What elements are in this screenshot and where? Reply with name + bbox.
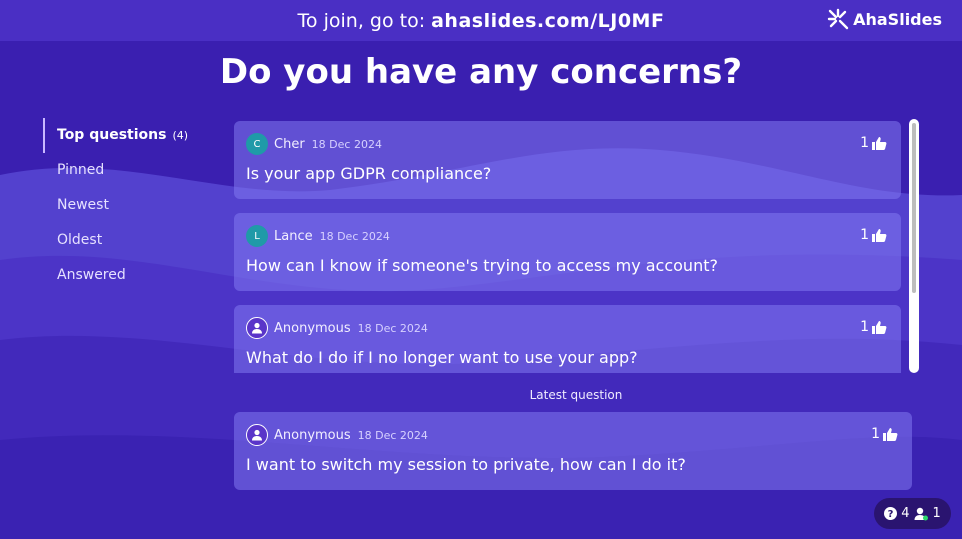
thumbs-up-icon <box>872 228 887 242</box>
question-text: What do I do if I no longer want to use … <box>246 348 638 367</box>
sidebar-item-label: Oldest <box>57 232 103 248</box>
page-title: Do you have any concerns? <box>219 52 743 92</box>
author-name: Anonymous <box>274 320 351 336</box>
join-banner: To join, go to: ahaslides.com/LJ0MF <box>0 0 962 41</box>
sidebar-item-oldest[interactable]: Oldest <box>45 223 213 258</box>
author-name: Lance <box>274 228 313 244</box>
question-text: I want to switch my session to private, … <box>246 455 686 474</box>
latest-question-label: Latest question <box>529 388 623 402</box>
upvote-button[interactable]: 1 <box>860 227 887 243</box>
question-card[interactable]: C Cher 18 Dec 2024 1 Is your app GDPR co… <box>234 121 901 199</box>
question-date: 18 Dec 2024 <box>357 321 428 335</box>
question-card[interactable]: L Lance 18 Dec 2024 1 How can I know if … <box>234 213 901 291</box>
question-card[interactable]: Anonymous 18 Dec 2024 1 What do I do if … <box>234 305 901 373</box>
sidebar-item-label: Top questions <box>57 127 167 143</box>
questions-count: 4 <box>901 506 910 521</box>
filter-sidebar: Top questions (4) Pinned Newest Oldest An… <box>43 118 213 293</box>
sidebar-item-answered[interactable]: Answered <box>45 258 213 293</box>
vote-count: 1 <box>871 426 880 442</box>
latest-question-card[interactable]: Anonymous 18 Dec 2024 1 I want to switch… <box>234 412 912 490</box>
join-url[interactable]: ahaslides.com/LJ0MF <box>431 10 664 32</box>
vote-count: 1 <box>860 319 869 335</box>
anonymous-user-icon <box>246 424 268 446</box>
thumbs-up-icon <box>872 320 887 334</box>
question-list-scrollbar[interactable] <box>909 119 919 373</box>
upvote-button[interactable]: 1 <box>871 426 898 442</box>
anonymous-user-icon <box>246 317 268 339</box>
avatar: L <box>246 225 268 247</box>
sidebar-item-newest[interactable]: Newest <box>45 188 213 223</box>
join-prefix: To join, go to: <box>297 9 426 32</box>
question-mark-icon: ? <box>884 507 898 520</box>
author-name: Cher <box>274 136 305 152</box>
question-list[interactable]: C Cher 18 Dec 2024 1 Is your app GDPR co… <box>234 121 901 373</box>
logo-icon <box>827 8 849 30</box>
scrollbar-thumb[interactable] <box>912 123 916 293</box>
avatar: C <box>246 133 268 155</box>
question-date: 18 Dec 2024 <box>311 137 382 151</box>
sidebar-item-top-questions[interactable]: Top questions (4) <box>43 118 213 153</box>
vote-count: 1 <box>860 135 869 151</box>
sidebar-item-label: Pinned <box>57 162 105 178</box>
question-date: 18 Dec 2024 <box>319 229 390 243</box>
question-text: Is your app GDPR compliance? <box>246 164 492 183</box>
question-date: 18 Dec 2024 <box>357 428 428 442</box>
session-stats: ? 4 1 <box>874 498 951 529</box>
svg-text:?: ? <box>888 509 894 520</box>
participants-icon <box>914 507 929 521</box>
upvote-button[interactable]: 1 <box>860 135 887 151</box>
ahaslides-logo: AhaSlides <box>827 8 942 30</box>
upvote-button[interactable]: 1 <box>860 319 887 335</box>
question-count: (4) <box>172 129 189 142</box>
sidebar-item-label: Answered <box>57 267 126 283</box>
sidebar-item-pinned[interactable]: Pinned <box>45 153 213 188</box>
vote-count: 1 <box>860 227 869 243</box>
question-text: How can I know if someone's trying to ac… <box>246 256 718 275</box>
sidebar-item-label: Newest <box>57 197 109 213</box>
thumbs-up-icon <box>872 136 887 150</box>
thumbs-up-icon <box>883 427 898 441</box>
logo-text: AhaSlides <box>853 9 942 29</box>
author-name: Anonymous <box>274 427 351 443</box>
participants-count: 1 <box>932 506 941 521</box>
